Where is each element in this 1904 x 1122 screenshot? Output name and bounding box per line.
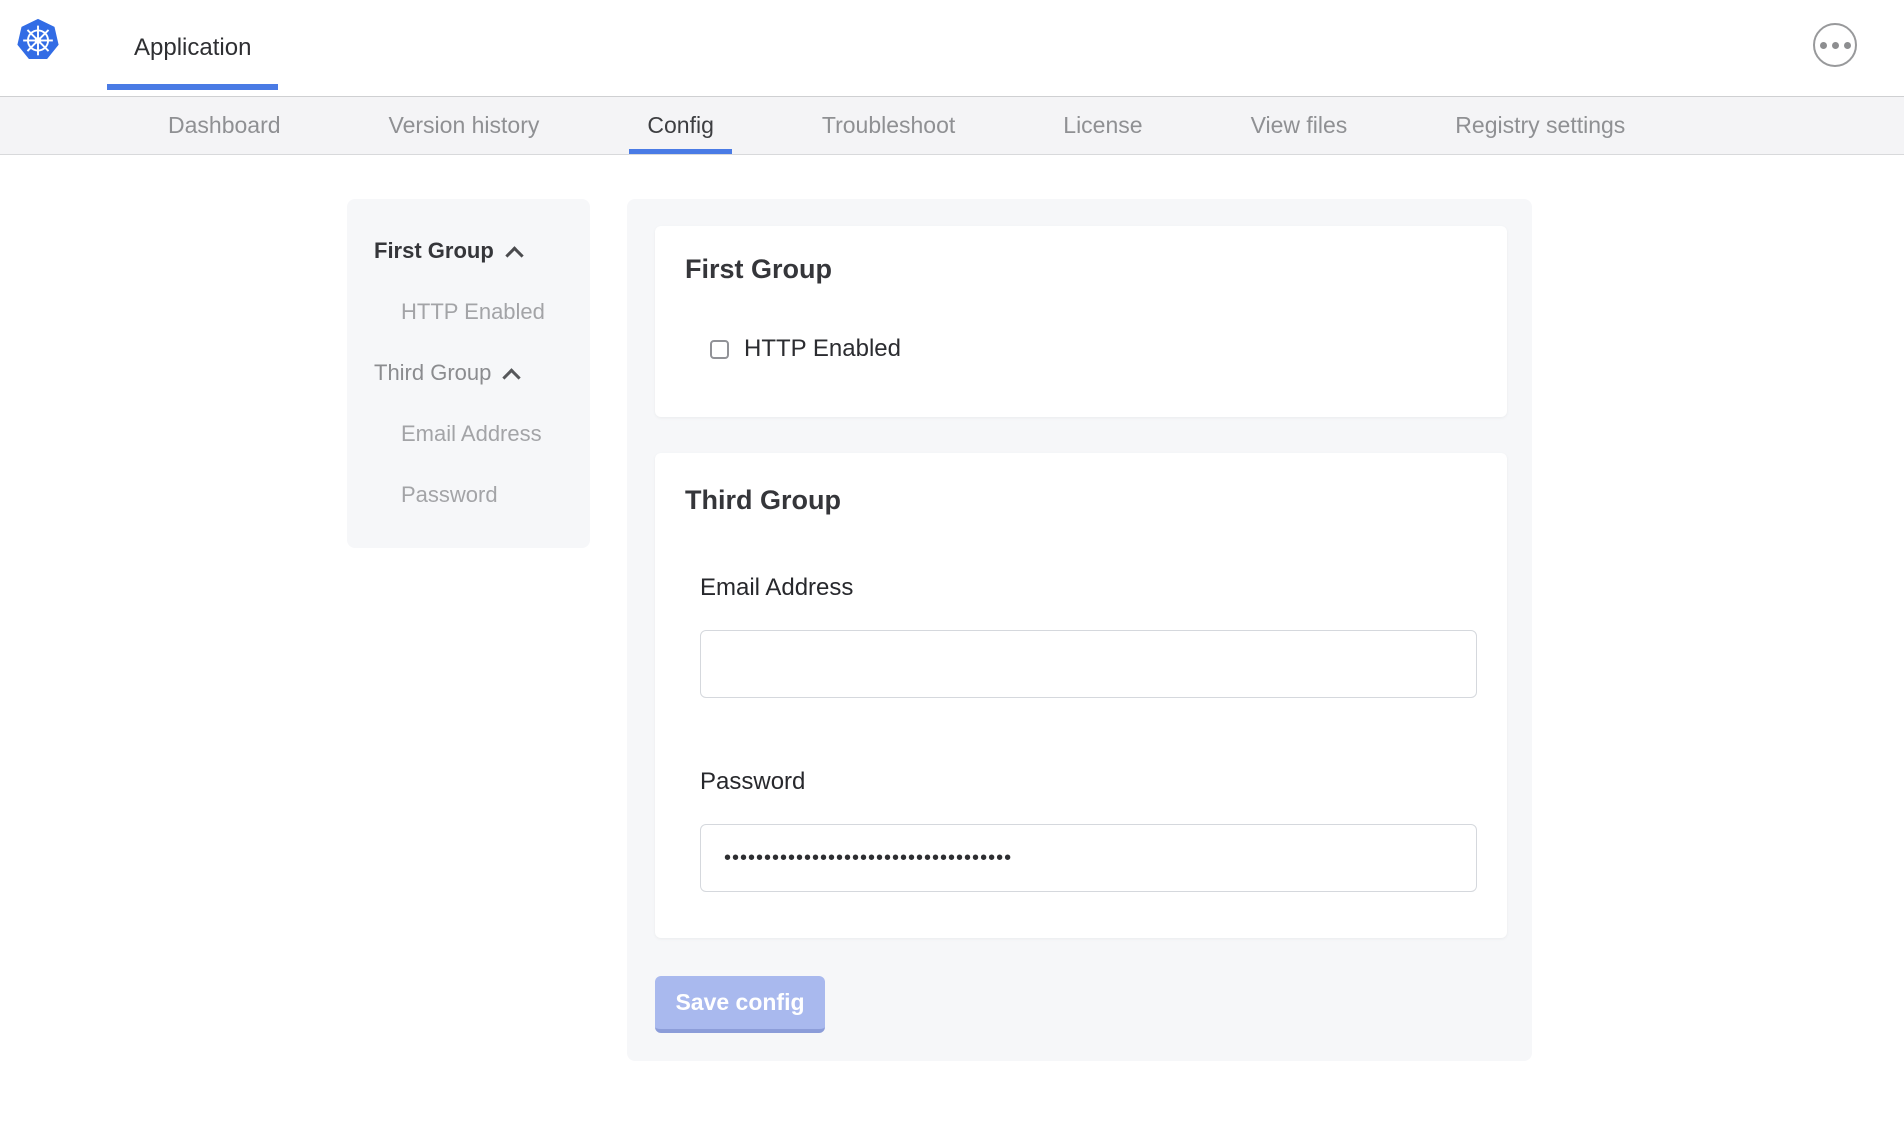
- nav-item-troubleshoot[interactable]: Troubleshoot: [804, 97, 973, 154]
- ellipsis-dot-icon: [1820, 42, 1827, 49]
- save-config-button[interactable]: Save config: [655, 976, 825, 1033]
- nav-item-config[interactable]: Config: [629, 97, 731, 154]
- sidebar-group-third-group[interactable]: Third Group: [374, 360, 580, 386]
- active-tab-underline: [107, 84, 278, 90]
- group-title: First Group: [685, 254, 1477, 285]
- ellipsis-menu-button[interactable]: [1813, 23, 1857, 67]
- chevron-up-icon[interactable]: [503, 368, 521, 386]
- config-group-sidebar: First Group HTTP Enabled Third Group Ema…: [347, 199, 590, 548]
- ellipsis-dot-icon: [1844, 42, 1851, 49]
- password-input[interactable]: [700, 824, 1477, 892]
- nav-item-view-files[interactable]: View files: [1233, 97, 1366, 154]
- password-label: Password: [700, 768, 1477, 796]
- nav-item-license[interactable]: License: [1045, 97, 1160, 154]
- kubernetes-logo: [15, 17, 61, 63]
- group-title: Third Group: [685, 485, 1477, 516]
- sidebar-group-label: First Group: [374, 238, 494, 264]
- ellipsis-dot-icon: [1832, 42, 1839, 49]
- sidebar-item-label: Email Address: [401, 421, 542, 447]
- sidebar-item-email-address[interactable]: Email Address: [374, 421, 580, 447]
- tab-application-label: Application: [134, 34, 251, 62]
- sidebar-item-http-enabled[interactable]: HTTP Enabled: [374, 299, 580, 325]
- nav-item-version-history[interactable]: Version history: [371, 97, 558, 154]
- nav-item-registry-settings[interactable]: Registry settings: [1437, 97, 1643, 154]
- config-group-card-third-group: Third Group Email Address Password: [655, 453, 1507, 938]
- config-panel: First Group HTTP Enabled Third Group Ema…: [627, 199, 1532, 1061]
- sidebar-item-label: Password: [401, 482, 498, 508]
- app-header: Application: [0, 0, 1904, 97]
- http-enabled-field: HTTP Enabled: [710, 335, 1477, 363]
- email-address-label: Email Address: [700, 574, 1477, 602]
- email-address-input[interactable]: [700, 630, 1477, 698]
- sidebar-group-label: Third Group: [374, 360, 491, 386]
- tab-application[interactable]: Application: [107, 0, 278, 96]
- sidebar-group-first-group[interactable]: First Group: [374, 238, 580, 264]
- config-group-card-first-group: First Group HTTP Enabled: [655, 226, 1507, 417]
- nav-item-dashboard[interactable]: Dashboard: [150, 97, 299, 154]
- http-enabled-checkbox[interactable]: [710, 340, 729, 359]
- sidebar-item-label: HTTP Enabled: [401, 299, 545, 325]
- config-page: First Group HTTP Enabled Third Group Ema…: [0, 155, 1904, 1061]
- http-enabled-label: HTTP Enabled: [744, 335, 901, 363]
- app-navbar: Dashboard Version history Config Trouble…: [0, 97, 1904, 155]
- chevron-up-icon[interactable]: [505, 246, 523, 264]
- sidebar-item-password[interactable]: Password: [374, 482, 580, 508]
